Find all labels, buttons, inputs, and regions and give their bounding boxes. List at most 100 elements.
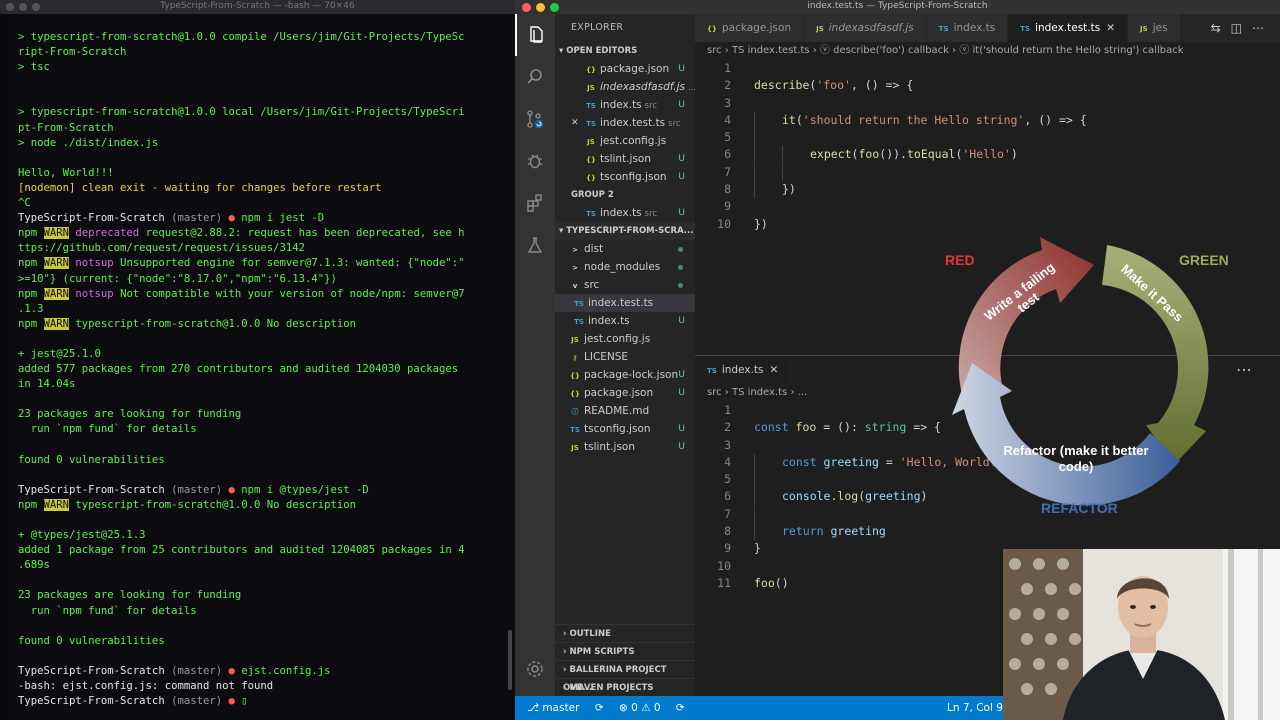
files-icon[interactable] xyxy=(515,14,555,56)
terminal-line: Hello, World!!! xyxy=(18,166,503,181)
explorer-item[interactable]: TS index.ts U xyxy=(555,312,695,330)
explorer-item[interactable]: JS jest.config.js xyxy=(555,132,695,150)
close-icon[interactable]: ✕ xyxy=(769,364,778,376)
terminal-text: .1.3 xyxy=(18,302,44,315)
explorer-item[interactable]: {} package.json U xyxy=(555,384,695,402)
explorer-item[interactable]: JS jest.config.js xyxy=(555,330,695,348)
code-line: 1 xyxy=(695,60,1280,77)
tab-index-ts-bottom[interactable]: TS index.ts ✕ xyxy=(695,356,792,384)
terminal-window[interactable]: TypeScript-From-Scratch — -bash — 70×46 … xyxy=(0,0,515,720)
open-editors-section[interactable]: ▾ OPEN EDITORS xyxy=(555,42,695,60)
explorer-item[interactable]: JS indexasdfasdf.js... xyxy=(555,78,695,96)
terminal-line: > node ./dist/index.js xyxy=(18,136,503,151)
close-icon[interactable]: ✕ xyxy=(1106,22,1115,34)
tab-index-test-ts[interactable]: TS index.test.ts ✕ xyxy=(1008,14,1129,42)
explorer-item[interactable]: TS tsconfig.json U xyxy=(555,420,695,438)
terminal-scrollbar[interactable] xyxy=(508,630,512,690)
test-flask-icon[interactable] xyxy=(515,224,555,266)
line-number: 4 xyxy=(724,454,731,469)
cursor-position[interactable]: Ln 7, Col 9 xyxy=(947,696,1003,720)
terminal-text: (master) xyxy=(171,695,229,708)
branch-indicator[interactable]: ⎇ master xyxy=(527,702,579,714)
line-number: 4 xyxy=(724,112,731,127)
tab-jes[interactable]: JS jes xyxy=(1128,14,1181,42)
sidebar-section-npm-scripts[interactable]: › NPM SCRIPTS xyxy=(555,642,695,660)
line-number: 8 xyxy=(724,524,731,539)
modified-dot xyxy=(678,247,683,252)
gear-icon[interactable] xyxy=(515,648,555,690)
code-token: greeting xyxy=(823,454,879,469)
git-status-badge: U xyxy=(678,154,685,164)
explorer-sidebar: EXPLORER ▾ OPEN EDITORS {} package.json U J… xyxy=(555,14,695,696)
tab-label: indexasdfasdf.js xyxy=(828,22,914,34)
tab-package-json[interactable]: {} package.json xyxy=(695,14,805,42)
terminal-line: ttps://github.com/request/request/issues… xyxy=(18,241,503,256)
line-number: 3 xyxy=(724,437,731,452)
close-icon[interactable]: ✕ xyxy=(571,114,579,132)
explorer-item[interactable]: ⚷ LICENSE xyxy=(555,348,695,366)
explorer-item[interactable]: JS tslint.json U xyxy=(555,438,695,456)
file-path: src xyxy=(644,101,658,111)
explorer-item[interactable]: {} package.json U xyxy=(555,60,695,78)
explorer-item[interactable]: v src xyxy=(555,276,695,294)
terminal-line: npm WARN typescript-from-scratch@1.0.0 N… xyxy=(18,498,503,513)
tab-indexasdfasdf-js[interactable]: JS indexasdfasdf.js xyxy=(804,14,927,42)
sync-button[interactable]: ⟳ xyxy=(595,702,604,714)
explorer-item[interactable]: TS index.ts src U xyxy=(555,96,695,114)
explorer-item[interactable]: {} package-lock.json U xyxy=(555,366,695,384)
live-share-button[interactable]: ⟳ xyxy=(676,702,685,714)
explorer-header: EXPLORER xyxy=(571,22,624,33)
sidebar-section-maven-projects[interactable]: › MAVEN PROJECTS xyxy=(555,678,695,696)
explorer-item[interactable]: {} tslint.json U xyxy=(555,150,695,168)
file-name: index.ts xyxy=(588,315,630,327)
indent-guide xyxy=(754,163,782,181)
terminal-text: ● xyxy=(228,483,242,496)
explorer-item[interactable]: {} tsconfig.json U xyxy=(555,168,695,186)
file-name: indexasdfasdf.js xyxy=(600,81,685,93)
terminal-output[interactable]: > typescript-from-scratch@1.0.0 compile … xyxy=(18,30,503,720)
ts-file-icon: TS xyxy=(570,426,580,434)
tab-label: index.test.ts xyxy=(1035,22,1101,34)
code-token: ()). xyxy=(879,147,907,162)
more-icon[interactable]: ⋯ xyxy=(1236,356,1252,384)
more-icon[interactable]: ⋯ xyxy=(1252,21,1274,35)
code-token: }) xyxy=(754,216,768,231)
editor-actions[interactable]: ⇆◫⋯ xyxy=(1204,14,1274,42)
tab-index-ts[interactable]: TS index.ts xyxy=(926,14,1009,42)
debug-icon[interactable] xyxy=(515,140,555,182)
git-status-badge: U xyxy=(678,424,685,434)
explorer-item[interactable]: > node_modules xyxy=(555,258,695,276)
terminal-text: > typescript-from-scratch@1.0.0 compile … xyxy=(18,31,465,43)
search-icon[interactable] xyxy=(515,56,555,98)
explorer-item[interactable]: ✕ TS index.test.ts src xyxy=(555,114,695,132)
breadcrumb[interactable]: src › TS index.test.ts › ⓥ describe('foo… xyxy=(695,42,1280,60)
source-control-icon[interactable] xyxy=(515,98,555,140)
explorer-item[interactable]: > dist xyxy=(555,240,695,258)
split-editor-icon[interactable]: ◫ xyxy=(1231,21,1252,35)
project-section[interactable]: ▾ TYPESCRIPT-FROM-SCRA... xyxy=(555,222,695,240)
compare-icon[interactable]: ⇆ xyxy=(1211,21,1231,35)
code-text: }) xyxy=(754,216,768,233)
terminal-text: found 0 vulnerabilities xyxy=(18,453,165,466)
json-file-icon: {} xyxy=(586,156,596,164)
explorer-item[interactable]: TS index.ts src U xyxy=(555,204,695,222)
explorer-item[interactable]: TS index.test.ts xyxy=(555,294,695,312)
file-name: tslint.json xyxy=(584,441,635,453)
terminal-line: npm WARN notsup Unsupported engine for s… xyxy=(18,256,503,271)
terminal-text: npm xyxy=(18,317,44,330)
explorer-item[interactable]: ⓘ README.md xyxy=(555,402,695,420)
code-token: greeting xyxy=(830,524,886,539)
terminal-text: pt-From-Scratch xyxy=(18,121,114,134)
code-token: console xyxy=(782,489,831,504)
sidebar-section-ballerina-project-ove-[interactable]: › BALLERINA PROJECT OVE... xyxy=(555,660,695,693)
terminal-text: notsup xyxy=(69,257,121,270)
line-number: 7 xyxy=(724,506,731,521)
group2-section[interactable]: GROUP 2 xyxy=(555,186,695,204)
extensions-icon[interactable] xyxy=(515,182,555,224)
code-editor-top[interactable]: 1 2 describe('foo', () => {3 4 it('should re… xyxy=(695,60,1280,233)
code-line: 7 xyxy=(695,163,1280,181)
modified-dot xyxy=(678,283,683,288)
terminal-line: > typescript-from-scratch@1.0.0 local /U… xyxy=(18,105,503,120)
problems-indicator[interactable]: ⊗ 0 ⚠ 0 xyxy=(619,702,661,714)
sidebar-section-outline[interactable]: › OUTLINE xyxy=(555,624,695,642)
